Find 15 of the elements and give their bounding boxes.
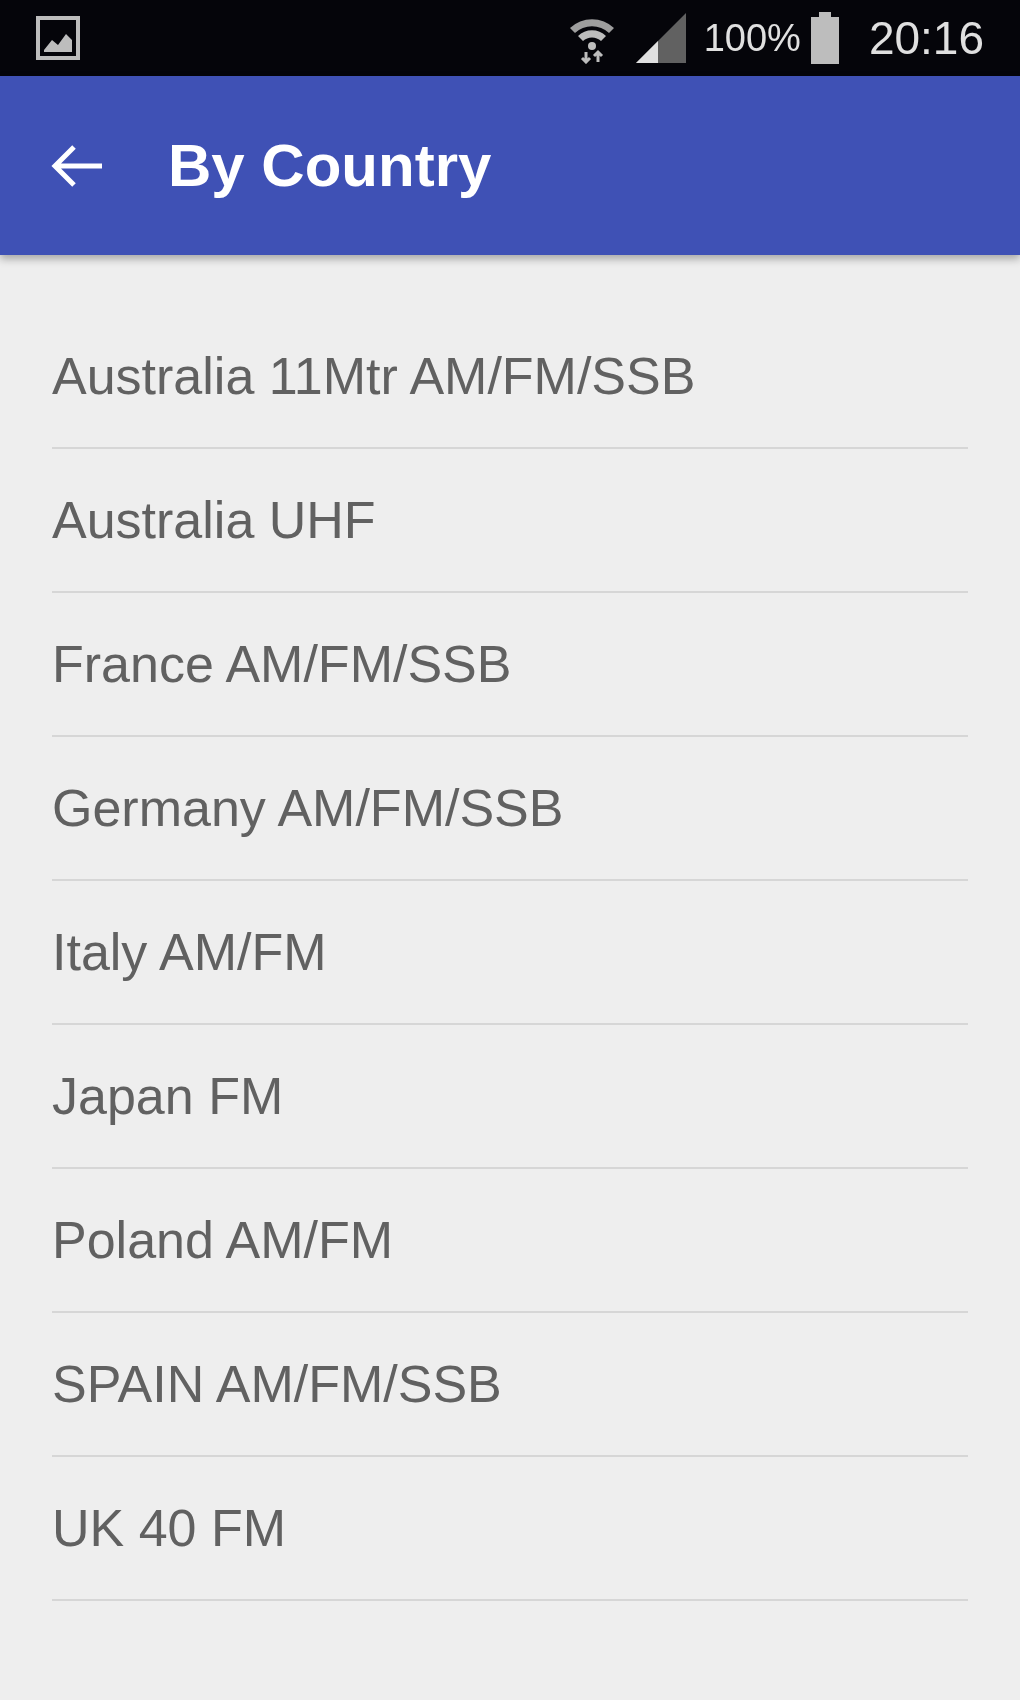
list-item[interactable]: Poland AM/FM (52, 1201, 394, 1279)
screen-title: By Country (168, 130, 492, 201)
list-item[interactable]: Italy AM/FM (52, 913, 327, 991)
list-item[interactable]: UK 40 FM (52, 1489, 287, 1567)
battery-percent: 100% (703, 15, 801, 61)
list-item[interactable]: Australia UHF (52, 481, 376, 559)
battery-icon (808, 12, 841, 64)
list-item[interactable]: France AM/FM/SSB (52, 625, 512, 703)
clock: 20:16 (868, 10, 984, 66)
list-item[interactable]: SPAIN AM/FM/SSB (52, 1345, 502, 1423)
back-arrow-icon (50, 142, 104, 189)
list-item[interactable]: Australia 11Mtr AM/FM/SSB (52, 337, 696, 415)
list-item[interactable]: Japan FM (52, 1057, 284, 1135)
list-item[interactable]: Germany AM/FM/SSB (52, 769, 564, 847)
image-icon (36, 16, 80, 60)
